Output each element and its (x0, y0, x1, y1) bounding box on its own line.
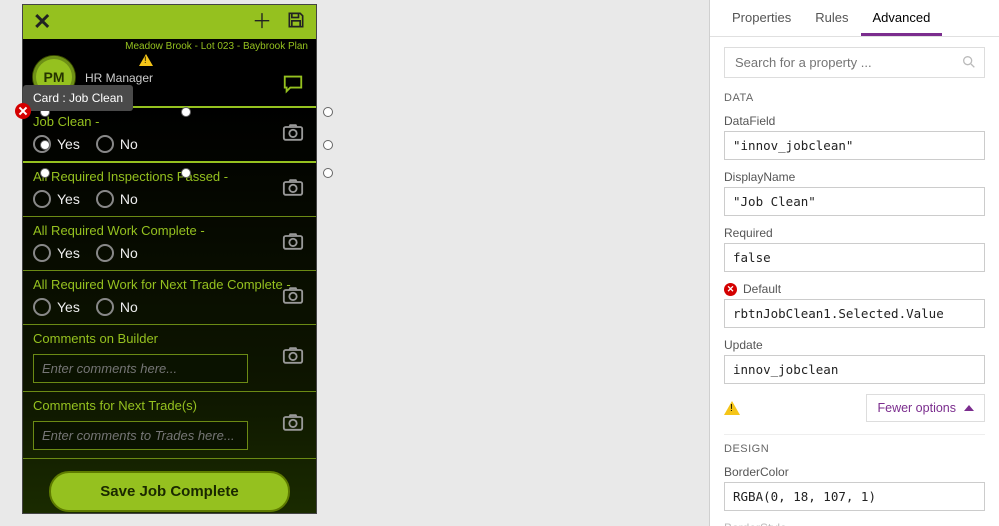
camera-icon[interactable] (280, 412, 306, 439)
card-title: Comments on Builder (33, 331, 306, 346)
card-comments-builder: Comments on Builder (23, 325, 316, 392)
prop-label-required: Required (724, 226, 985, 240)
prop-label-default: Default (743, 282, 781, 296)
radio-no[interactable]: No (96, 190, 138, 208)
prop-input-required[interactable] (724, 243, 985, 272)
prop-input-datafield[interactable] (724, 131, 985, 160)
comments-trades-input[interactable] (33, 421, 248, 450)
property-search-input[interactable] (724, 47, 985, 78)
save-icon[interactable] (286, 10, 306, 35)
radio-no[interactable]: No (96, 135, 138, 153)
camera-icon[interactable] (280, 121, 306, 148)
warning-icon (724, 401, 740, 415)
prop-label-bordercolor: BorderColor (724, 465, 985, 479)
form-area: Job Clean - Yes No All Required Inspecti… (23, 106, 316, 513)
prop-label-displayname: DisplayName (724, 170, 985, 184)
card-title: All Required Inspections Passed - (33, 169, 306, 184)
card-title: All Required Work for Next Trade Complet… (33, 277, 306, 292)
user-role: HR Manager (85, 71, 153, 85)
card-title: Comments for Next Trade(s) (33, 398, 306, 413)
radio-yes[interactable]: Yes (33, 298, 80, 316)
selection-tooltip: Card : Job Clean (23, 85, 133, 111)
prop-label-borderstyle: BorderStyle (724, 521, 985, 526)
resize-handle[interactable] (40, 168, 50, 178)
card-next-trade[interactable]: All Required Work for Next Trade Complet… (23, 271, 316, 325)
radio-yes[interactable]: Yes (33, 190, 80, 208)
radio-no[interactable]: No (96, 244, 138, 262)
chevron-up-icon (964, 405, 974, 411)
camera-icon[interactable] (280, 176, 306, 203)
app-canvas: ✕ ＋ Meadow Brook - Lot 023 - Baybrook Pl… (22, 4, 317, 514)
properties-panel: Properties Rules Advanced DATA DataField… (709, 0, 999, 526)
radio-yes[interactable]: Yes (33, 244, 80, 262)
close-icon[interactable]: ✕ (33, 11, 51, 33)
resize-handle[interactable] (323, 107, 333, 117)
resize-handle[interactable] (181, 168, 191, 178)
prop-input-bordercolor[interactable] (724, 482, 985, 511)
card-job-clean[interactable]: Job Clean - Yes No (23, 106, 316, 163)
plus-icon[interactable]: ＋ (252, 12, 272, 32)
resize-handle[interactable] (323, 168, 333, 178)
prop-input-displayname[interactable] (724, 187, 985, 216)
card-title: Job Clean - (33, 114, 306, 129)
comments-builder-input[interactable] (33, 354, 248, 383)
camera-icon[interactable] (280, 230, 306, 257)
resize-handle[interactable] (323, 140, 333, 150)
camera-icon[interactable] (280, 345, 306, 372)
app-header: ✕ ＋ (23, 5, 316, 39)
resize-handle[interactable] (181, 107, 191, 117)
card-work-complete[interactable]: All Required Work Complete - Yes No (23, 217, 316, 271)
panel-tabs: Properties Rules Advanced (710, 0, 999, 37)
prop-input-default[interactable] (724, 299, 985, 328)
prop-label-update: Update (724, 338, 985, 352)
prop-label-datafield: DataField (724, 114, 985, 128)
tab-advanced[interactable]: Advanced (861, 0, 943, 36)
section-data: DATA (724, 92, 985, 104)
card-title: All Required Work Complete - (33, 223, 306, 238)
prop-input-update[interactable] (724, 355, 985, 384)
camera-icon[interactable] (280, 284, 306, 311)
project-line: Meadow Brook - Lot 023 - Baybrook Plan (23, 39, 316, 52)
fewer-options-button[interactable]: Fewer options (866, 394, 985, 422)
card-inspections[interactable]: All Required Inspections Passed - Yes No (23, 163, 316, 217)
chat-icon[interactable] (282, 72, 304, 99)
tab-properties[interactable]: Properties (720, 0, 803, 36)
tab-rules[interactable]: Rules (803, 0, 860, 36)
warning-icon (139, 54, 153, 66)
error-icon: ✕ (724, 283, 737, 296)
delete-badge[interactable] (15, 103, 31, 119)
section-design: DESIGN (724, 434, 985, 455)
radio-no[interactable]: No (96, 298, 138, 316)
search-icon (961, 54, 977, 70)
save-job-button[interactable]: Save Job Complete (49, 471, 290, 512)
resize-handle[interactable] (40, 140, 50, 150)
card-comments-trades: Comments for Next Trade(s) (23, 392, 316, 459)
